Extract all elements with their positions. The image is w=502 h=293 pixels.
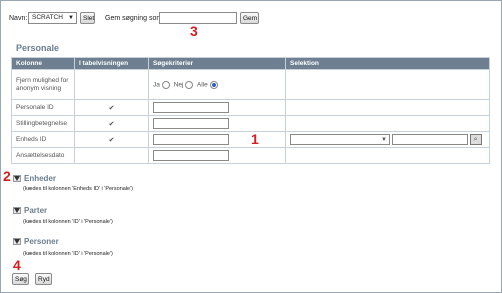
row-label: Ansættelsesdato [11,147,75,164]
triangle-down-icon [14,239,20,244]
delete-button[interactable]: Slet [80,12,95,24]
table-row: Fjern mulighed for anonym visning Ja Nej… [11,69,490,100]
check-icon[interactable]: ✔ [74,99,149,116]
table-row: Ansættelsesdato [11,147,490,164]
clear-button[interactable]: Ryd [35,273,52,285]
annotation-marker-2: 2 [3,168,11,184]
table-row: Stillingbetegnelse ✔ [11,115,490,132]
annotation-marker-3: 3 [190,23,198,39]
annotation-marker-1: 1 [251,131,259,147]
row-label: Personale ID [11,99,75,116]
triangle-down-icon [14,208,20,213]
radio-nej-label: Nej [173,81,184,89]
group-note-parter: (kædes til kolonnen 'ID' i 'Personale') [23,219,113,225]
group-title-parter: Parter [24,206,48,215]
search-panel: Navn: SCRATCH ▼ Slet Gem søgning som: Ge… [0,0,502,293]
check-icon[interactable]: ✔ [74,131,149,148]
column-header-sogekriterier: Søgekriterier [148,57,286,70]
column-header-tabelvisning: I tabelvisningen [74,57,149,70]
radio-ja[interactable] [161,80,170,89]
table-header-row: Kolonne I tabelvisningen Søgekriterier S… [11,57,490,70]
personale-id-input[interactable] [153,102,229,113]
chevron-down-icon: ▼ [68,15,74,21]
selektion-input[interactable] [391,134,468,145]
radio-alle[interactable] [209,80,218,89]
group-note-enheder: (kædes til kolonnen 'Enheds ID' i 'Perso… [23,186,133,192]
search-icon[interactable]: ⌕ [469,134,482,145]
name-select-value: SCRATCH [32,14,63,21]
radio-nej[interactable] [185,80,194,89]
save-search-label: Gem søgning som: [105,15,165,22]
criteria-table: Kolonne I tabelvisningen Søgekriterier S… [11,57,490,164]
chevron-down-icon: ▼ [381,137,387,143]
group-note-personer: (kædes til kolonnen 'ID' i 'Personale') [23,251,113,257]
stillingbetegnelse-input[interactable] [153,118,229,129]
column-header-kolonne: Kolonne [11,57,75,70]
ansaettelsesdato-input[interactable] [153,150,229,161]
radio-ja-label: Ja [153,81,160,89]
group-title-personer: Personer [24,237,59,246]
column-header-selektion: Selektion [285,57,490,70]
search-button[interactable]: Søg [12,273,29,285]
row-label: Enheds ID [11,131,75,148]
annotation-marker-4: 4 [13,257,21,273]
radio-alle-label: Alle [196,81,208,89]
save-search-input[interactable] [159,12,237,24]
row-label: Fjern mulighed for anonym visning [11,69,75,100]
selektion-select[interactable]: ▼ [290,134,390,145]
save-button[interactable]: Gem [240,12,259,24]
name-select[interactable]: SCRATCH ▼ [28,12,77,24]
group-title-enheder: Enheder [24,174,57,183]
anonym-radio-group: Ja Nej Alle [148,69,286,100]
section-title-personale: Personale [16,43,60,53]
name-label: Navn: [9,15,28,22]
triangle-down-icon [14,176,20,181]
table-row: Personale ID ✔ [11,99,490,116]
enheds-id-input[interactable] [153,134,229,145]
row-label: Stillingbetegnelse [11,115,75,132]
check-icon[interactable]: ✔ [74,115,149,132]
